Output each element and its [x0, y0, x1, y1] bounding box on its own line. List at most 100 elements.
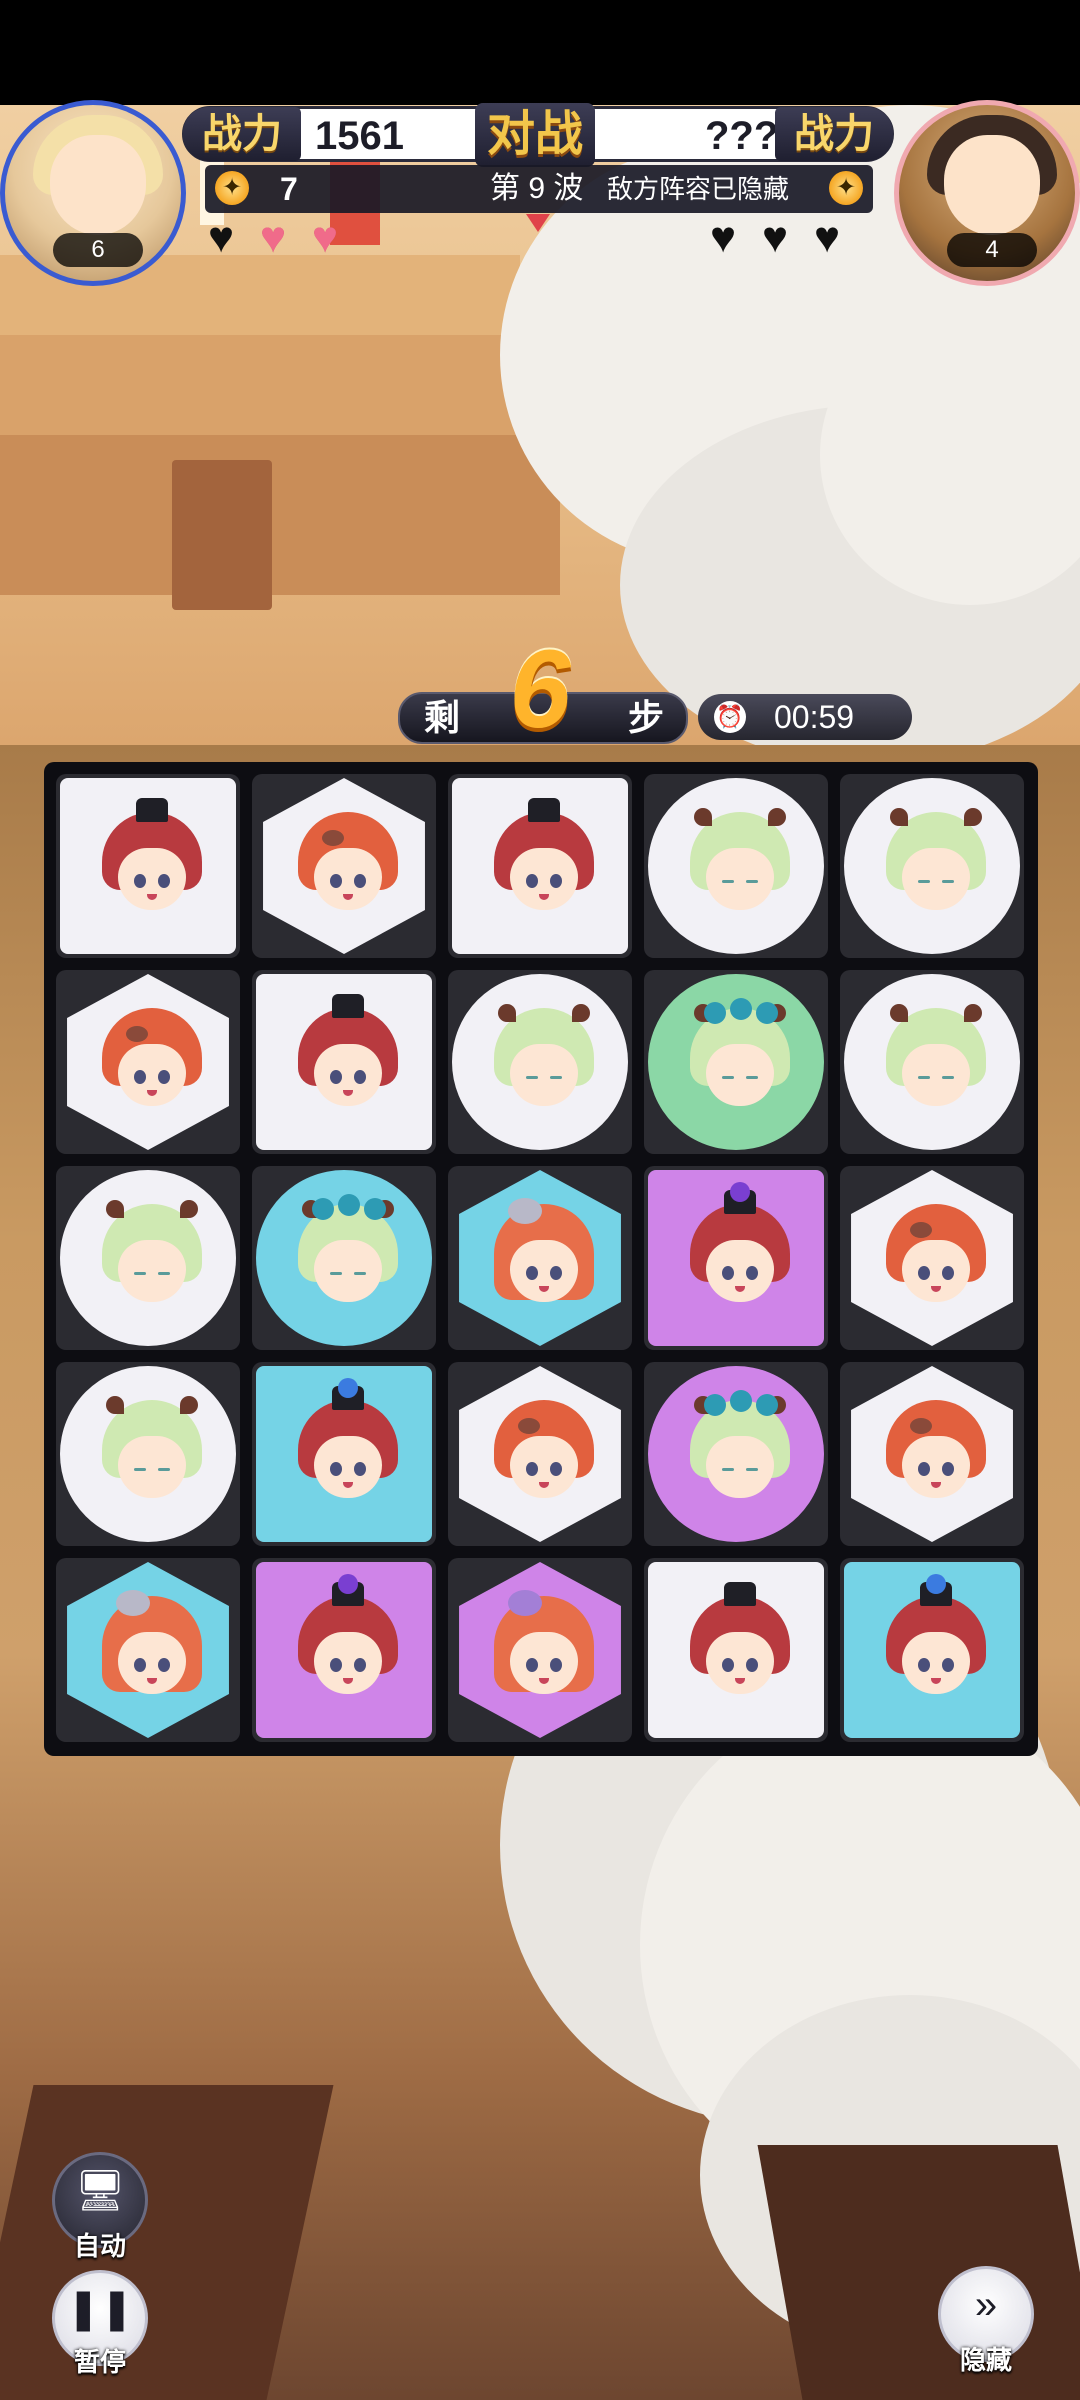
face-part [330, 1658, 342, 1672]
board-cell[interactable] [644, 1558, 828, 1742]
board-cell[interactable] [644, 1166, 828, 1350]
timer-value: 00:59 [774, 699, 855, 735]
stage-wall [0, 435, 560, 595]
board-cell[interactable] [448, 1558, 632, 1742]
top-letterbox [0, 0, 1080, 105]
face-part [338, 1574, 358, 1594]
face-part [902, 848, 970, 910]
face-part [354, 1272, 366, 1275]
board-cell[interactable] [644, 774, 828, 958]
face-part [756, 1394, 778, 1416]
face-part [338, 1378, 358, 1398]
board-cell[interactable] [448, 1362, 632, 1546]
tile-green-elf-circle [648, 778, 824, 954]
tile-red-hat-square [648, 1562, 824, 1738]
face-part [322, 830, 344, 846]
steps-suffix: 步 [627, 697, 664, 738]
enemy-portrait[interactable]: 4 [894, 100, 1080, 286]
face-part [902, 1240, 970, 1302]
enemy-team-count: 4 [947, 233, 1037, 267]
board-cell[interactable] [840, 1558, 1024, 1742]
tile-ginger-hex-purple [459, 1562, 621, 1738]
tile-ginger-hex-blue [459, 1170, 621, 1346]
face-part [926, 1574, 946, 1594]
face-part [550, 874, 562, 888]
face-part [158, 1070, 170, 1084]
face-part [134, 1272, 146, 1275]
star-count: 7 [280, 171, 298, 207]
board-cell[interactable] [252, 970, 436, 1154]
computer-icon: 🖥 [74, 2169, 126, 2213]
board-cell[interactable] [840, 1166, 1024, 1350]
portrait-face [944, 135, 1040, 235]
board-cell[interactable] [448, 970, 632, 1154]
board-cell[interactable] [840, 1362, 1024, 1546]
enemy-power-value: ??? [705, 114, 779, 158]
face-part [118, 1632, 186, 1694]
board-cell[interactable] [56, 970, 240, 1154]
board-cell[interactable] [644, 970, 828, 1154]
face-part [180, 1396, 198, 1414]
enemy-hidden-text: 敌方阵容已隐藏 [607, 174, 790, 204]
board-cell[interactable] [56, 1362, 240, 1546]
steps-remaining: 6 [509, 628, 571, 751]
face-part [118, 1436, 186, 1498]
face-part [518, 1418, 540, 1434]
face-part [158, 1468, 170, 1471]
face-part [330, 1272, 342, 1275]
face-part [572, 1004, 590, 1022]
player-lives: ♥ ♥ ♥ [208, 213, 356, 262]
face-part [510, 1044, 578, 1106]
vs-label: 对战 [475, 103, 595, 167]
enemy-power-label: 战力 [775, 107, 893, 161]
board-cell[interactable] [56, 1558, 240, 1742]
board-cell[interactable] [252, 1558, 436, 1742]
board-cell[interactable] [252, 1362, 436, 1546]
player-portrait[interactable]: 6 [0, 100, 186, 286]
board-cell[interactable] [252, 774, 436, 958]
character-face-icon [494, 798, 594, 922]
face-part [550, 1462, 562, 1476]
face-part [722, 1658, 734, 1672]
face-part [902, 1044, 970, 1106]
board-cell[interactable] [448, 774, 632, 958]
character-face-icon [494, 1004, 594, 1118]
board-cell[interactable] [252, 1166, 436, 1350]
face-part [510, 1240, 578, 1302]
character-face-icon [298, 1574, 398, 1706]
board-cell[interactable] [644, 1362, 828, 1546]
face-part [526, 1266, 538, 1280]
face-part [746, 1266, 758, 1280]
face-part [550, 1658, 562, 1672]
face-part [106, 1396, 124, 1414]
board-cell[interactable] [56, 774, 240, 958]
face-part [330, 874, 342, 888]
face-part [118, 848, 186, 910]
enemy-lives: ♥ ♥ ♥ [710, 216, 858, 260]
face-part [890, 1004, 908, 1022]
board-cell[interactable] [56, 1166, 240, 1350]
face-part [722, 1266, 734, 1280]
heart-icon: ♥ [260, 213, 287, 262]
face-part [528, 798, 560, 822]
character-face-icon [298, 994, 398, 1118]
tile-orange-hex [263, 778, 425, 954]
timer: ⏰ 00:59 [698, 694, 912, 740]
face-part [330, 1070, 342, 1084]
face-part [746, 880, 758, 883]
face-part [918, 1266, 930, 1280]
face-part [918, 880, 930, 883]
tile-red-hat-square-blue [256, 1366, 432, 1542]
board-cell[interactable] [448, 1166, 632, 1350]
character-face-icon [690, 1182, 790, 1314]
face-part [158, 874, 170, 888]
board-cell[interactable] [840, 970, 1024, 1154]
board-cell[interactable] [840, 774, 1024, 958]
character-face-icon [102, 1200, 202, 1314]
face-part [510, 848, 578, 910]
tile-green-elf-circle [60, 1170, 236, 1346]
character-face-icon [886, 1204, 986, 1314]
face-part [706, 848, 774, 910]
face-part [510, 1632, 578, 1694]
star-icon: ✦ [215, 171, 249, 205]
